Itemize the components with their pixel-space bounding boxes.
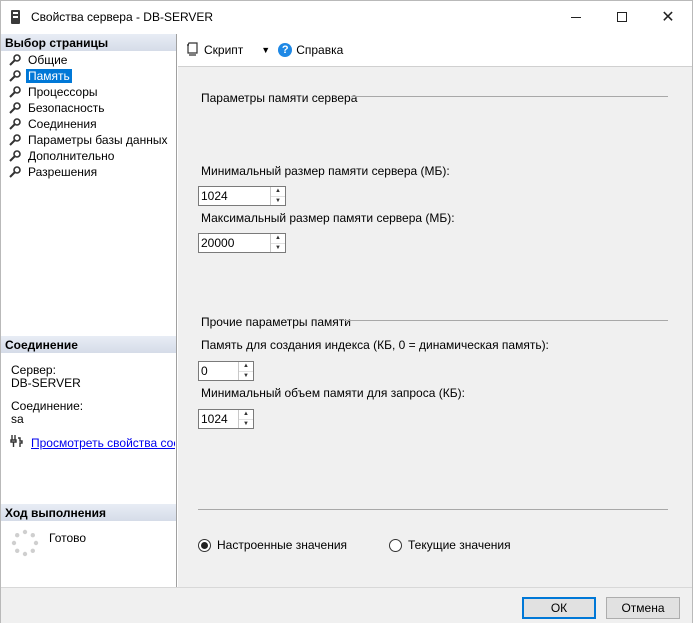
progress-spinner-icon	[11, 529, 39, 557]
spin-down-icon[interactable]: ▼	[239, 420, 253, 429]
view-connection-properties-text[interactable]: Просмотреть свойства соединения	[31, 436, 175, 450]
server-value: DB-SERVER	[11, 376, 81, 390]
wrench-icon	[9, 134, 21, 146]
maximize-icon	[617, 12, 627, 22]
script-dropdown-icon[interactable]: ▼	[261, 45, 270, 55]
page-label: Процессоры	[28, 85, 98, 99]
page-item-general[interactable]: Общие	[9, 52, 169, 68]
wrench-icon	[9, 86, 21, 98]
spin-up-icon[interactable]: ▲	[271, 234, 285, 244]
page-label: Дополнительно	[28, 149, 115, 163]
toolbar: Скрипт ▼ ? Справка	[178, 34, 692, 67]
query-memory-label: Минимальный объем памяти для запроса (КБ…	[201, 386, 465, 400]
progress-header: Ход выполнения	[1, 504, 176, 521]
page-label: Память	[26, 69, 72, 83]
radio-configured-values[interactable]: Настроенные значения	[198, 538, 347, 552]
query-memory-stepper[interactable]: 1024 ▲ ▼	[198, 409, 254, 429]
page-label: Разрешения	[28, 165, 98, 179]
spin-up-icon[interactable]: ▲	[239, 410, 253, 420]
minimize-button[interactable]	[553, 1, 599, 33]
max-memory-label: Максимальный размер памяти сервера (МБ):	[201, 211, 455, 225]
page-item-security[interactable]: Безопасность	[9, 100, 169, 116]
wrench-icon	[9, 70, 21, 82]
radio-running-label: Текущие значения	[408, 538, 511, 552]
query-memory-value[interactable]: 1024	[199, 410, 238, 428]
wrench-icon	[9, 166, 21, 178]
spin-up-icon[interactable]: ▲	[271, 187, 285, 197]
wrench-icon	[9, 54, 21, 66]
index-memory-stepper[interactable]: 0 ▲ ▼	[198, 361, 254, 381]
page-label: Общие	[28, 53, 68, 67]
server-label: Сервер:	[11, 363, 56, 377]
pages-header: Выбор страницы	[1, 34, 176, 51]
spin-down-icon[interactable]: ▼	[271, 244, 285, 253]
title-bar: Свойства сервера - DB-SERVER ✕	[1, 1, 692, 34]
radio-configured-label: Настроенные значения	[217, 538, 348, 552]
close-icon: ✕	[661, 9, 675, 26]
help-label: Справка	[296, 43, 344, 57]
spin-down-icon[interactable]: ▼	[239, 372, 253, 381]
other-memory-group-title: Прочие параметры памяти	[201, 315, 351, 329]
page-item-memory[interactable]: Память	[9, 68, 169, 84]
right-panel: Скрипт ▼ ? Справка Параметры памяти серв…	[178, 34, 692, 587]
radio-running-values[interactable]: Текущие значения	[389, 538, 511, 552]
cancel-button[interactable]: Отмена	[606, 597, 680, 619]
script-label: Скрипт	[204, 43, 244, 57]
progress-status: Готово	[49, 531, 87, 545]
window-title: Свойства сервера - DB-SERVER	[31, 10, 214, 24]
max-memory-stepper[interactable]: 20000 ▲ ▼	[198, 233, 286, 253]
maximize-button[interactable]	[599, 1, 645, 33]
index-memory-value[interactable]: 0	[199, 362, 238, 380]
min-memory-value[interactable]: 1024	[199, 187, 270, 205]
minimize-icon	[571, 16, 581, 18]
page-item-database-settings[interactable]: Параметры базы данных	[9, 132, 169, 148]
wrench-icon	[9, 118, 21, 130]
wrench-icon	[9, 102, 21, 114]
connection-header: Соединение	[1, 336, 176, 353]
index-memory-label: Память для создания индекса (КБ, 0 = дин…	[201, 338, 549, 352]
help-button[interactable]: ? Справка	[278, 43, 343, 57]
page-item-connections[interactable]: Соединения	[9, 116, 169, 132]
group-divider	[352, 96, 668, 97]
help-icon: ?	[278, 43, 293, 57]
min-memory-label: Минимальный размер памяти сервера (МБ):	[201, 164, 450, 178]
ok-button[interactable]: ОК	[522, 597, 596, 619]
page-label: Соединения	[28, 117, 97, 131]
server-memory-group-title: Параметры памяти сервера	[201, 91, 358, 105]
max-memory-value[interactable]: 20000	[199, 234, 270, 252]
page-label: Безопасность	[28, 101, 105, 115]
script-icon	[186, 41, 199, 59]
radio-divider	[198, 509, 668, 510]
spin-down-icon[interactable]: ▼	[271, 197, 285, 206]
connection-value: sa	[11, 412, 24, 426]
wrench-icon	[9, 150, 21, 162]
min-memory-stepper[interactable]: 1024 ▲ ▼	[198, 186, 286, 206]
page-item-advanced[interactable]: Дополнительно	[9, 148, 169, 164]
page-label: Параметры базы данных	[28, 133, 168, 147]
left-panel: Выбор страницы Общие Память Процессоры Б…	[1, 34, 177, 587]
close-button[interactable]: ✕	[645, 1, 691, 33]
page-list: Общие Память Процессоры Безопасность Сое…	[9, 52, 169, 180]
page-item-processors[interactable]: Процессоры	[9, 84, 169, 100]
connection-label: Соединение:	[11, 399, 84, 413]
server-icon	[11, 10, 20, 24]
page-item-permissions[interactable]: Разрешения	[9, 164, 169, 180]
script-button[interactable]: Скрипт	[186, 41, 244, 59]
button-bar: ОК Отмена	[1, 587, 692, 623]
group-divider	[344, 320, 668, 321]
view-connection-properties-link[interactable]: Просмотреть свойства соединения	[9, 434, 175, 451]
spin-up-icon[interactable]: ▲	[239, 362, 253, 372]
radio-button[interactable]	[389, 538, 402, 552]
connection-plug-icon	[9, 434, 25, 451]
server-properties-window: Свойства сервера - DB-SERVER ✕ Выбор стр…	[0, 0, 693, 623]
radio-button-checked[interactable]	[198, 538, 211, 552]
